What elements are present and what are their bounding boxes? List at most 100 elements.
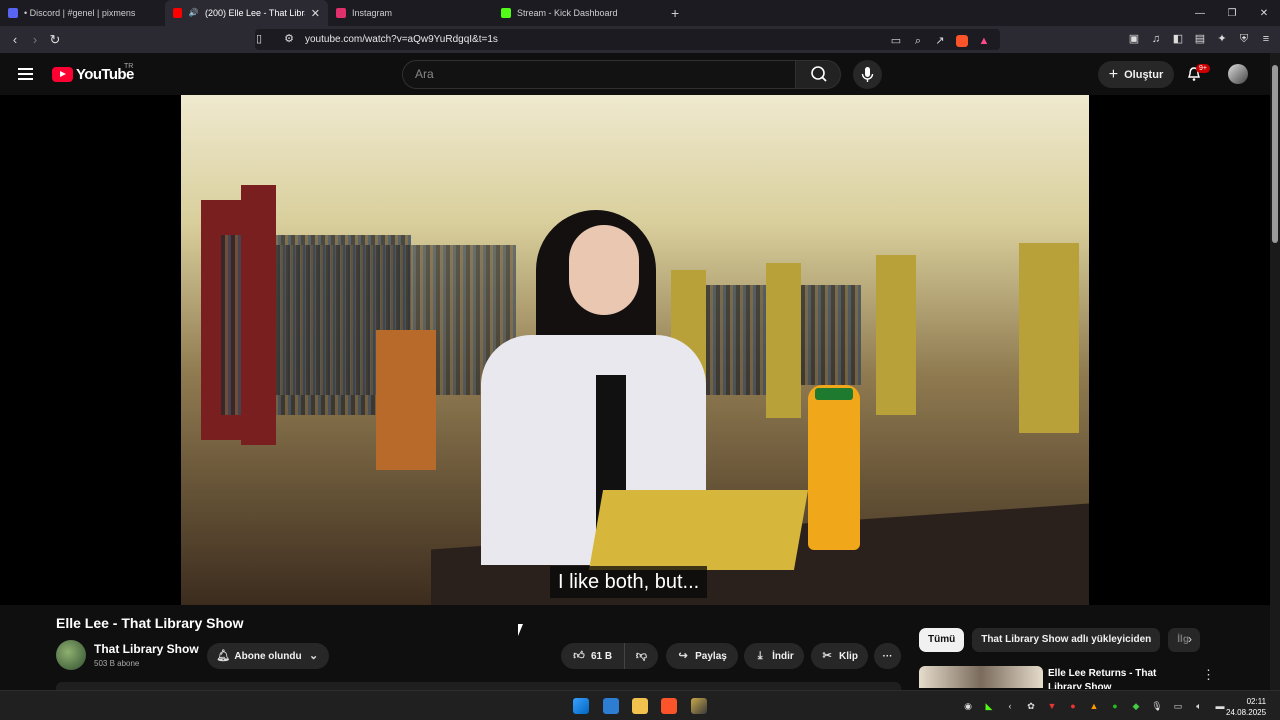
tray-app-icon[interactable]: ✿ <box>1025 700 1037 712</box>
description-box[interactable] <box>56 682 901 690</box>
photos-app-icon[interactable] <box>603 698 619 714</box>
account-avatar[interactable] <box>1228 64 1248 84</box>
browser-tab-bar: • Discord | #genel | pixmens 🔊 (200) Ell… <box>0 0 1280 26</box>
wallet-icon[interactable]: ▤ <box>1194 33 1206 45</box>
kick-icon <box>501 8 511 18</box>
bookmark-icon[interactable]: ▯ <box>253 33 265 45</box>
site-info-icon[interactable]: ⚙ <box>283 33 295 45</box>
mouse-cursor <box>518 624 523 636</box>
recommended-title[interactable]: Elle Lee Returns - That Library Show <box>1048 667 1188 689</box>
channel-avatar[interactable] <box>56 640 86 670</box>
search-button[interactable] <box>795 60 841 89</box>
recommended-thumbnail[interactable] <box>919 666 1043 688</box>
back-icon[interactable]: ‹ <box>5 32 25 47</box>
download-icon: ⤓ <box>757 650 763 662</box>
juice-cap <box>815 388 853 400</box>
youtube-logo[interactable]: YouTube TR <box>52 63 134 83</box>
youtube-play-icon <box>52 67 73 82</box>
tab-kick[interactable]: Stream - Kick Dashboard <box>493 0 663 26</box>
cast-icon[interactable]: ▭ <box>890 35 902 47</box>
share-icon[interactable]: ↗ <box>934 35 946 47</box>
zoom-icon[interactable]: ⌕ <box>912 35 924 47</box>
subtitle-caption: I like both, but... <box>550 566 708 598</box>
youtube-icon <box>173 8 183 18</box>
sidebar-icon[interactable]: ◧ <box>1172 33 1184 45</box>
person-face <box>569 225 639 315</box>
chip-uploader[interactable]: That Library Show adlı yükleyiciden <box>972 628 1161 652</box>
tab-instagram[interactable]: Instagram <box>328 0 493 26</box>
tray-app-icon[interactable]: ◣ <box>983 700 995 712</box>
tray-app-icon[interactable]: ◆ <box>1130 700 1142 712</box>
vpn-icon[interactable]: ⛨ <box>1238 33 1250 45</box>
taskbar: ◉ ◣ ‹ ✿ ▼ ● ▲ ● ◆ 🎙︎ ▭ 🔈︎ ▬ 02:11 24.08.… <box>0 690 1280 720</box>
download-button[interactable]: ⤓ İndir <box>744 643 804 669</box>
game-app-icon[interactable] <box>691 698 707 714</box>
library-shelf <box>241 185 276 445</box>
video-player[interactable]: I like both, but... <box>0 95 1270 605</box>
tray-app-icon[interactable]: ◉ <box>962 700 974 712</box>
tray-app-icon[interactable]: ‹ <box>1004 700 1016 712</box>
brave-browser-icon[interactable] <box>661 698 677 714</box>
chip-all[interactable]: Tümü <box>919 628 965 652</box>
voice-search-button[interactable] <box>853 60 882 89</box>
volume-icon[interactable]: 🔈︎ <box>1193 700 1205 712</box>
hamburger-menu-icon[interactable] <box>18 68 33 80</box>
minimize-icon[interactable]: — <box>1184 0 1216 26</box>
screenshot-icon[interactable]: ▣ <box>1128 33 1140 45</box>
subscriber-count: 503 B abone <box>94 659 140 668</box>
tab-youtube[interactable]: 🔊 (200) Elle Lee - That Library S ✕ <box>165 0 328 26</box>
bell-icon: 🔔︎ <box>216 650 231 662</box>
brave-shields-icon[interactable] <box>956 35 968 47</box>
more-actions-button[interactable]: ··· <box>874 643 901 669</box>
thumbs-down-icon: 👎︎ <box>635 650 648 662</box>
address-toolbar: ‹ › ↻ ▯ ⚙ youtube.com/watch?v=aQw9YuRdgq… <box>0 26 1280 53</box>
brave-rewards-icon[interactable]: ▲ <box>978 35 990 47</box>
forward-icon[interactable]: › <box>25 32 45 47</box>
restore-icon[interactable]: ❐ <box>1216 0 1248 26</box>
url-bar[interactable]: ▯ ⚙ youtube.com/watch?v=aQw9YuRdgqI&t=1s… <box>255 29 1000 50</box>
microphone-icon <box>861 67 874 82</box>
library-pillar <box>1019 243 1079 433</box>
file-explorer-icon[interactable] <box>632 698 648 714</box>
chevron-right-icon[interactable]: › <box>1188 632 1192 646</box>
reload-icon[interactable]: ↻ <box>45 32 65 48</box>
network-icon[interactable]: ▭ <box>1172 700 1184 712</box>
discord-icon <box>8 8 18 18</box>
create-button[interactable]: + Oluştur <box>1098 61 1174 88</box>
page-scrollbar[interactable] <box>1270 53 1280 693</box>
subscribed-button[interactable]: 🔔︎ Abone olundu ⌄ <box>207 643 329 669</box>
tab-discord[interactable]: • Discord | #genel | pixmens <box>0 0 165 26</box>
scroll-thumb[interactable] <box>1272 65 1278 243</box>
media-icon[interactable]: ♫ <box>1150 33 1162 45</box>
share-button[interactable]: ↪ Paylaş <box>666 643 738 669</box>
more-vertical-icon[interactable]: ⋮ <box>1202 667 1215 683</box>
microphone-icon[interactable]: 🎙︎ <box>1151 700 1163 712</box>
channel-name[interactable]: That Library Show <box>94 642 199 656</box>
chevron-down-icon: ⌄ <box>309 650 319 662</box>
search-input[interactable]: Ara <box>402 60 796 89</box>
leo-ai-icon[interactable]: ✦ <box>1216 33 1228 45</box>
url-actions: ▭ ⌕ ↗ ▲ <box>890 35 990 47</box>
tray-app-icon[interactable]: ● <box>1109 700 1121 712</box>
speaker-icon[interactable]: 🔊 <box>188 7 199 19</box>
tray-app-icon[interactable]: ▲ <box>1088 700 1100 712</box>
scissors-icon: ✂ <box>822 650 832 662</box>
menu-icon[interactable]: ≡ <box>1260 33 1272 45</box>
battery-icon[interactable]: ▬ <box>1214 700 1226 712</box>
new-tab-button[interactable]: + <box>663 0 687 26</box>
video-title: Elle Lee - That Library Show <box>56 615 244 631</box>
dislike-button[interactable]: 👎︎ <box>624 643 658 669</box>
system-clock[interactable]: 02:11 24.08.2025 <box>1226 696 1266 718</box>
chip-related[interactable]: İlg <box>1168 628 1201 652</box>
like-button[interactable]: 👍︎ 61 B <box>561 643 624 669</box>
juice-bottle <box>808 385 860 550</box>
windows-start-icon[interactable] <box>573 698 589 714</box>
library-pillar <box>766 263 801 418</box>
bookshelf <box>706 285 766 395</box>
video-frame[interactable] <box>181 95 1089 605</box>
tray-app-icon[interactable]: ▼ <box>1046 700 1058 712</box>
close-tab-icon[interactable]: ✕ <box>311 7 320 20</box>
close-window-icon[interactable]: ✕ <box>1248 0 1280 26</box>
clip-button[interactable]: ✂ Klip <box>811 643 868 669</box>
tray-app-icon[interactable]: ● <box>1067 700 1079 712</box>
